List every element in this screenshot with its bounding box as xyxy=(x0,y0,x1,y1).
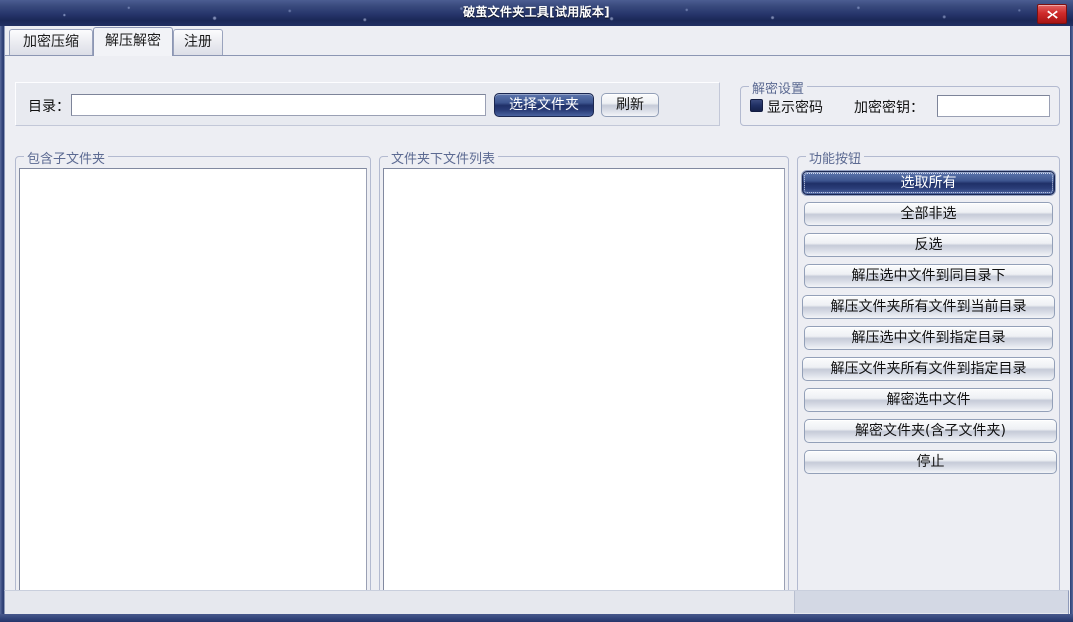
refresh-button[interactable]: 刷新 xyxy=(601,93,659,117)
extract-all-to-current-dir-button[interactable]: 解压文件夹所有文件到当前目录 xyxy=(802,295,1055,319)
directory-label: 目录： xyxy=(28,99,70,115)
tab-register[interactable]: 注册 xyxy=(173,29,223,55)
show-password-checkbox[interactable] xyxy=(750,99,763,112)
subfolder-group-title: 包含子文件夹 xyxy=(24,148,109,167)
choose-folder-button[interactable]: 选择文件夹 xyxy=(494,93,594,117)
tab-extract-decrypt[interactable]: 解压解密 xyxy=(93,27,173,56)
show-password-label: 显示密码 xyxy=(767,100,823,116)
encryption-key-input[interactable] xyxy=(937,95,1050,117)
application-window: 破茧文件夹工具[试用版本] 加密压缩 解压解密 注册 目录： 选择文件夹 刷新 … xyxy=(0,0,1073,622)
window-frame-bottom xyxy=(0,614,1073,622)
title-bar: 破茧文件夹工具[试用版本] xyxy=(0,0,1073,27)
select-all-button[interactable]: 选取所有 xyxy=(802,171,1055,195)
tab-strip: 加密压缩 解压解密 注册 xyxy=(5,26,1070,56)
extract-selected-to-same-dir-button[interactable]: 解压选中文件到同目录下 xyxy=(804,264,1053,288)
decrypt-selected-files-button[interactable]: 解密选中文件 xyxy=(804,388,1053,412)
file-list-group-title: 文件夹下文件列表 xyxy=(388,148,499,167)
subfolder-listbox[interactable] xyxy=(19,168,367,603)
status-pane-secondary xyxy=(795,591,1068,613)
status-pane-message xyxy=(5,591,795,613)
stop-button[interactable]: 停止 xyxy=(804,450,1057,474)
close-icon xyxy=(1046,9,1059,20)
deselect-all-button[interactable]: 全部非选 xyxy=(804,202,1053,226)
extract-selected-to-target-dir-button[interactable]: 解压选中文件到指定目录 xyxy=(804,326,1053,350)
file-list-listbox[interactable] xyxy=(383,168,785,603)
tab-encrypt-compress[interactable]: 加密压缩 xyxy=(9,29,93,55)
function-buttons-title: 功能按钮 xyxy=(806,148,865,167)
encryption-key-label: 加密密钥： xyxy=(854,100,924,116)
decrypt-folder-button[interactable]: 解密文件夹(含子文件夹) xyxy=(804,419,1057,443)
window-title: 破茧文件夹工具[试用版本] xyxy=(463,5,610,19)
decrypt-settings-title: 解密设置 xyxy=(749,78,808,97)
tab-panel-extract-decrypt: 目录： 选择文件夹 刷新 解密设置 显示密码 加密密钥： 包含子文件夹 文件夹下… xyxy=(5,56,1070,614)
directory-input[interactable] xyxy=(71,94,486,116)
client-area: 加密压缩 解压解密 注册 目录： 选择文件夹 刷新 解密设置 显示密码 加密密钥… xyxy=(4,26,1070,614)
extract-all-to-target-dir-button[interactable]: 解压文件夹所有文件到指定目录 xyxy=(802,357,1055,381)
status-bar xyxy=(4,590,1069,614)
invert-selection-button[interactable]: 反选 xyxy=(804,233,1053,257)
close-button[interactable] xyxy=(1037,4,1067,24)
directory-bar: 目录： 选择文件夹 刷新 xyxy=(15,82,720,126)
decrypt-settings-group: 解密设置 显示密码 加密密钥： xyxy=(740,78,1060,126)
